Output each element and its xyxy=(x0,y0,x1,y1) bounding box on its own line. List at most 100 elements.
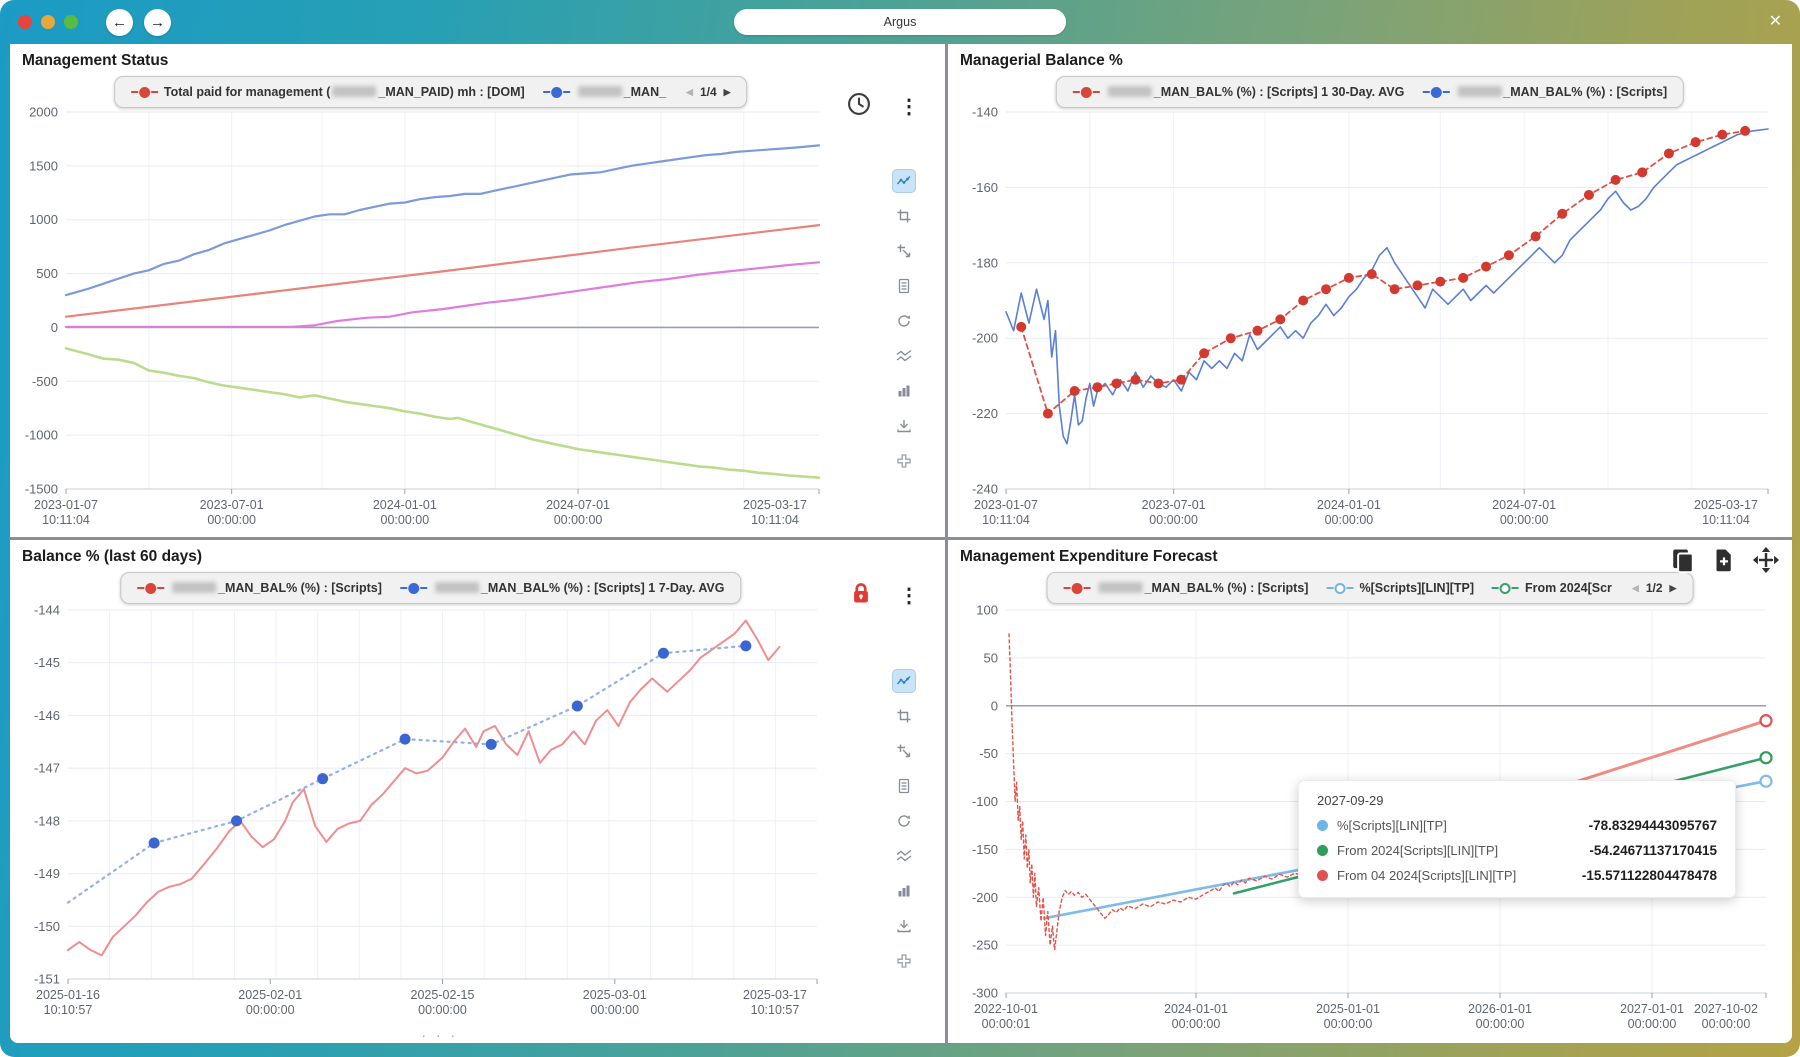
svg-text:2024-07-01: 2024-07-01 xyxy=(1492,498,1556,512)
prev-page-icon[interactable]: ◀ xyxy=(686,87,693,98)
legend[interactable]: _MAN_BAL% (%) : [Scripts] 1 30-Day. AVG … xyxy=(1056,76,1684,108)
svg-text:00:00:01: 00:00:01 xyxy=(982,1017,1031,1031)
chart-balance-60d[interactable]: -144-145-146-147-148-149-150-1512025-01-… xyxy=(16,598,827,1019)
legend-label: _MAN_BAL% (%) : [Scripts] xyxy=(1455,85,1667,99)
export-file-icon[interactable] xyxy=(1712,547,1736,578)
multi-line-icon[interactable] xyxy=(893,845,915,867)
panel-title: Balance % (last 60 days) xyxy=(22,548,202,566)
next-page-icon[interactable]: ▶ xyxy=(1670,583,1677,594)
svg-text:00:00:00: 00:00:00 xyxy=(1628,1017,1677,1031)
prev-page-icon[interactable]: ◀ xyxy=(1632,583,1639,594)
close-icon: ✕ xyxy=(1769,13,1782,30)
svg-text:100: 100 xyxy=(976,603,998,618)
scatter-mode-icon[interactable] xyxy=(893,170,915,192)
red-series-marker-icon xyxy=(1073,87,1100,98)
window-controls xyxy=(18,15,78,29)
svg-text:2026-01-01: 2026-01-01 xyxy=(1468,1002,1532,1016)
close-traffic-light[interactable] xyxy=(18,15,32,29)
move-panel-icon[interactable] xyxy=(1752,546,1780,579)
forward-button[interactable]: → xyxy=(144,9,171,36)
report-document-icon[interactable] xyxy=(893,275,915,297)
overflow-dots[interactable]: · · · xyxy=(421,1027,458,1043)
svg-text:2027-10-02: 2027-10-02 xyxy=(1694,1002,1758,1016)
more-options-icon[interactable]: ⋮ xyxy=(899,586,919,606)
tooltip-series-name: From 2024[Scripts][LIN][TP] xyxy=(1337,843,1580,858)
svg-text:2023-07-01: 2023-07-01 xyxy=(1142,498,1206,512)
refresh-icon[interactable] xyxy=(893,310,915,332)
svg-text:2025-03-01: 2025-03-01 xyxy=(583,988,647,1002)
svg-text:00:00:00: 00:00:00 xyxy=(381,513,430,527)
svg-text:-250: -250 xyxy=(972,938,998,953)
add-plus-icon[interactable] xyxy=(893,450,915,472)
legend-item[interactable]: %[Scripts][LIN][TP] xyxy=(1326,581,1474,595)
red-series-marker-icon xyxy=(1064,583,1091,594)
multi-line-icon[interactable] xyxy=(893,345,915,367)
svg-text:50: 50 xyxy=(984,650,998,665)
svg-text:00:00:00: 00:00:00 xyxy=(1324,1017,1373,1031)
legend-item[interactable]: From 2024[Scr xyxy=(1492,581,1612,595)
bar-chart-icon[interactable] xyxy=(893,880,915,902)
tooltip-series-value: -78.83294443095767 xyxy=(1589,818,1717,833)
svg-text:00:00:00: 00:00:00 xyxy=(1149,513,1198,527)
chart-managerial-balance[interactable]: -140-160-180-200-220-2402023-01-0710:11:… xyxy=(954,100,1778,529)
copy-pages-icon[interactable] xyxy=(1670,547,1696,578)
next-page-icon[interactable]: ▶ xyxy=(724,87,731,98)
close-button[interactable]: ✕ xyxy=(1769,14,1782,30)
minimize-traffic-light[interactable] xyxy=(41,15,55,29)
tooltip-series-value: -15.571122804478478 xyxy=(1582,868,1717,883)
svg-text:-151: -151 xyxy=(34,972,60,987)
legend-item[interactable]: _MAN_BAL% (%) : [Scripts] 1 7-Day. AVG xyxy=(400,581,725,595)
panel-managerial-balance: Managerial Balance % _MAN_BAL% (%) : [Sc… xyxy=(948,44,1792,537)
history-clock-icon[interactable] xyxy=(847,92,871,121)
tooltip-date: 2027-09-29 xyxy=(1317,793,1717,808)
chart-management-status[interactable]: 2000150010005000-500-1000-15002023-01-07… xyxy=(16,100,827,529)
tooltip-series-value: -54.24671137170415 xyxy=(1589,843,1717,858)
scatter-mode-icon[interactable] xyxy=(893,670,915,692)
download-icon[interactable] xyxy=(893,915,915,937)
panel-balance-60d: Balance % (last 60 days) _MAN_BAL% (%) :… xyxy=(10,540,945,1043)
dashboard-grid: Management Status Total paid for managem… xyxy=(10,44,1792,1043)
red-series-marker-icon xyxy=(131,87,158,98)
zoom-box-icon[interactable] xyxy=(893,205,915,227)
zoom-out-box-icon[interactable] xyxy=(893,740,915,762)
more-options-icon[interactable]: ⋮ xyxy=(899,97,919,117)
zoom-box-icon[interactable] xyxy=(893,705,915,727)
svg-text:00:00:00: 00:00:00 xyxy=(1500,513,1549,527)
zoom-out-box-icon[interactable] xyxy=(893,240,915,262)
legend[interactable]: Total paid for management (_MAN_PAID) mh… xyxy=(114,76,748,108)
legend-item[interactable]: _MAN_BAL% (%) : [Scripts] xyxy=(1064,581,1309,595)
svg-text:10:11:04: 10:11:04 xyxy=(751,513,799,527)
blue-series-marker-icon xyxy=(400,583,427,594)
svg-text:-1500: -1500 xyxy=(25,482,58,497)
bar-chart-icon[interactable] xyxy=(893,380,915,402)
report-document-icon[interactable] xyxy=(893,775,915,797)
svg-text:-150: -150 xyxy=(972,842,998,857)
legend-label: _MAN_ xyxy=(576,85,666,99)
svg-text:2024-01-01: 2024-01-01 xyxy=(1164,1002,1228,1016)
address-bar[interactable]: Argus xyxy=(734,9,1066,35)
legend-item[interactable]: Total paid for management (_MAN_PAID) mh… xyxy=(131,85,525,99)
tooltip-series-name: %[Scripts][LIN][TP] xyxy=(1337,818,1580,833)
legend-item[interactable]: _MAN_BAL% (%) : [Scripts] xyxy=(1422,85,1667,99)
svg-text:2025-02-01: 2025-02-01 xyxy=(238,988,302,1002)
red-dot-icon xyxy=(1317,870,1328,881)
svg-text:-140: -140 xyxy=(972,105,998,120)
svg-text:10:11:04: 10:11:04 xyxy=(982,513,1030,527)
back-button[interactable]: ← xyxy=(106,9,133,36)
legend-item[interactable]: _MAN_ xyxy=(543,85,666,99)
svg-text:1500: 1500 xyxy=(29,158,58,173)
redacted-text xyxy=(578,86,622,97)
download-icon[interactable] xyxy=(893,415,915,437)
legend[interactable]: _MAN_BAL% (%) : [Scripts] %[Scripts][LIN… xyxy=(1047,572,1694,604)
svg-text:2024-01-01: 2024-01-01 xyxy=(1317,498,1381,512)
refresh-icon[interactable] xyxy=(893,810,915,832)
chart-tooltip: 2027-09-29 %[Scripts][LIN][TP] -78.83294… xyxy=(1298,780,1736,898)
add-plus-icon[interactable] xyxy=(893,950,915,972)
legend-item[interactable]: _MAN_BAL% (%) : [Scripts] xyxy=(137,581,382,595)
legend-item[interactable]: _MAN_BAL% (%) : [Scripts] 1 30-Day. AVG xyxy=(1073,85,1405,99)
legend[interactable]: _MAN_BAL% (%) : [Scripts] _MAN_BAL% (%) … xyxy=(120,572,741,604)
svg-text:-150: -150 xyxy=(34,919,60,934)
legend-label: _MAN_BAL% (%) : [Scripts] 1 7-Day. AVG xyxy=(433,581,725,595)
maximize-traffic-light[interactable] xyxy=(64,15,78,29)
lock-icon[interactable] xyxy=(849,580,873,611)
